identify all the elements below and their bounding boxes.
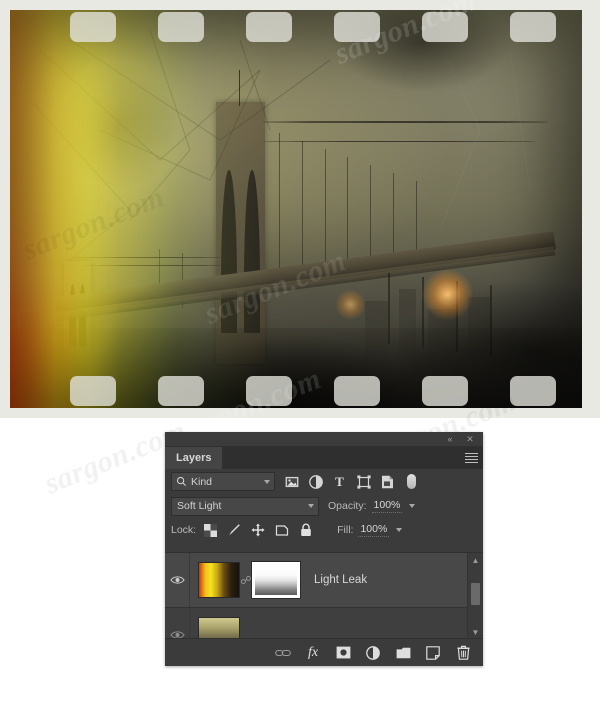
fill-field[interactable]: 100% — [358, 523, 403, 537]
filter-type-layers-icon[interactable]: T — [332, 474, 347, 489]
link-layers-button[interactable] — [275, 645, 291, 661]
photo-canvas — [0, 0, 600, 418]
fill-chevron-down-icon[interactable] — [396, 528, 403, 532]
film-strip-image — [10, 10, 582, 408]
filter-pixel-layers-icon[interactable] — [284, 474, 299, 489]
layer-style-fx-button[interactable]: fx — [305, 645, 321, 661]
new-fill-adjustment-layer-button[interactable] — [365, 645, 381, 661]
collapse-panel-button[interactable]: « — [443, 433, 457, 445]
filter-smart-object-icon[interactable] — [380, 474, 395, 489]
layer-thumbnail[interactable] — [198, 562, 240, 598]
delete-layer-button[interactable] — [455, 645, 471, 661]
opacity-field[interactable]: 100% — [371, 499, 416, 513]
layer-thumbnails: ☍ — [198, 561, 301, 599]
layers-panel-footer: fx — [165, 638, 483, 666]
film-sprockets-top — [10, 10, 582, 44]
scrollbar-thumb[interactable] — [471, 583, 480, 605]
blend-mode-row: Soft Light Opacity: 100% — [165, 494, 483, 518]
fx-label: fx — [307, 644, 319, 660]
search-icon — [176, 476, 187, 487]
layer-mask-thumbnail[interactable] — [251, 561, 301, 599]
opacity-value[interactable]: 100% — [371, 499, 403, 513]
lock-all-icon[interactable] — [299, 523, 313, 537]
svg-text:T: T — [335, 475, 344, 488]
fill-value[interactable]: 100% — [358, 523, 390, 537]
mask-link-icon[interactable]: ☍ — [240, 574, 252, 587]
sprocket-hole — [70, 12, 116, 42]
tab-bar-empty — [222, 447, 483, 469]
lock-image-pixels-icon[interactable] — [227, 523, 241, 537]
tab-layers-label: Layers — [176, 452, 212, 464]
chevron-down-icon — [264, 479, 270, 484]
new-group-button[interactable] — [395, 645, 411, 661]
sprocket-hole — [510, 376, 556, 406]
sprocket-hole — [334, 12, 380, 42]
filter-shape-layers-icon[interactable] — [356, 474, 371, 489]
lock-icons — [203, 523, 313, 537]
layer-list-scrollbar[interactable]: ▲ ▼ — [467, 553, 483, 639]
layers-panel: « ✕ Layers Kind T Soft Light Opacity: 10… — [165, 432, 483, 666]
layer-filter-row: Kind T — [165, 469, 483, 494]
tab-layers[interactable]: Layers — [165, 447, 223, 469]
lock-label: Lock: — [171, 524, 197, 536]
layer-visibility-toggle[interactable] — [165, 553, 190, 607]
filter-kind-label: Kind — [191, 475, 213, 488]
panel-tab-bar: Layers — [165, 447, 483, 469]
fill-label: Fill: — [337, 524, 354, 536]
sprocket-hole — [70, 376, 116, 406]
sprocket-hole — [422, 12, 468, 42]
blend-mode-value: Soft Light — [177, 500, 222, 512]
chevron-down-icon — [308, 504, 314, 508]
blend-mode-select[interactable]: Soft Light — [171, 496, 319, 516]
layer-visibility-toggle[interactable] — [165, 608, 190, 639]
lock-artboard-nesting-icon[interactable] — [275, 523, 289, 537]
filter-kind-select[interactable]: Kind — [171, 472, 275, 491]
lock-transparent-pixels-icon[interactable] — [203, 523, 217, 537]
sprocket-hole — [158, 12, 204, 42]
add-layer-mask-button[interactable] — [335, 645, 351, 661]
layer-thumbnail[interactable] — [198, 617, 240, 639]
photo-vignette — [10, 10, 582, 408]
layer-thumbnails — [198, 617, 240, 639]
eye-icon — [169, 576, 185, 584]
sprocket-hole — [510, 12, 556, 42]
table-row[interactable]: ☍ Light Leak — [165, 553, 468, 608]
new-layer-button[interactable] — [425, 645, 441, 661]
sprocket-hole — [158, 376, 204, 406]
lock-row: Lock: Fill: 100% — [165, 518, 483, 542]
layer-list: ☍ Light Leak ▲ ▼ — [165, 552, 483, 639]
layer-name[interactable]: Light Leak — [314, 574, 367, 586]
panel-title-bar: « ✕ — [165, 432, 483, 447]
film-sprockets-bottom — [10, 374, 582, 408]
filter-enable-toggle[interactable] — [407, 474, 416, 489]
filter-adjustment-layers-icon[interactable] — [308, 474, 323, 489]
panel-menu-icon[interactable] — [465, 453, 478, 463]
close-panel-button[interactable]: ✕ — [463, 433, 477, 445]
sprocket-hole — [246, 376, 292, 406]
opacity-label: Opacity: — [328, 500, 367, 512]
sprocket-hole — [334, 376, 380, 406]
opacity-chevron-down-icon[interactable] — [409, 504, 416, 508]
lock-position-icon[interactable] — [251, 523, 265, 537]
sprocket-hole — [246, 12, 292, 42]
sprocket-hole — [422, 376, 468, 406]
scroll-up-icon[interactable]: ▲ — [468, 553, 483, 567]
scroll-down-icon[interactable]: ▼ — [468, 625, 483, 639]
table-row[interactable] — [165, 608, 468, 639]
filter-type-icons: T — [284, 474, 416, 489]
